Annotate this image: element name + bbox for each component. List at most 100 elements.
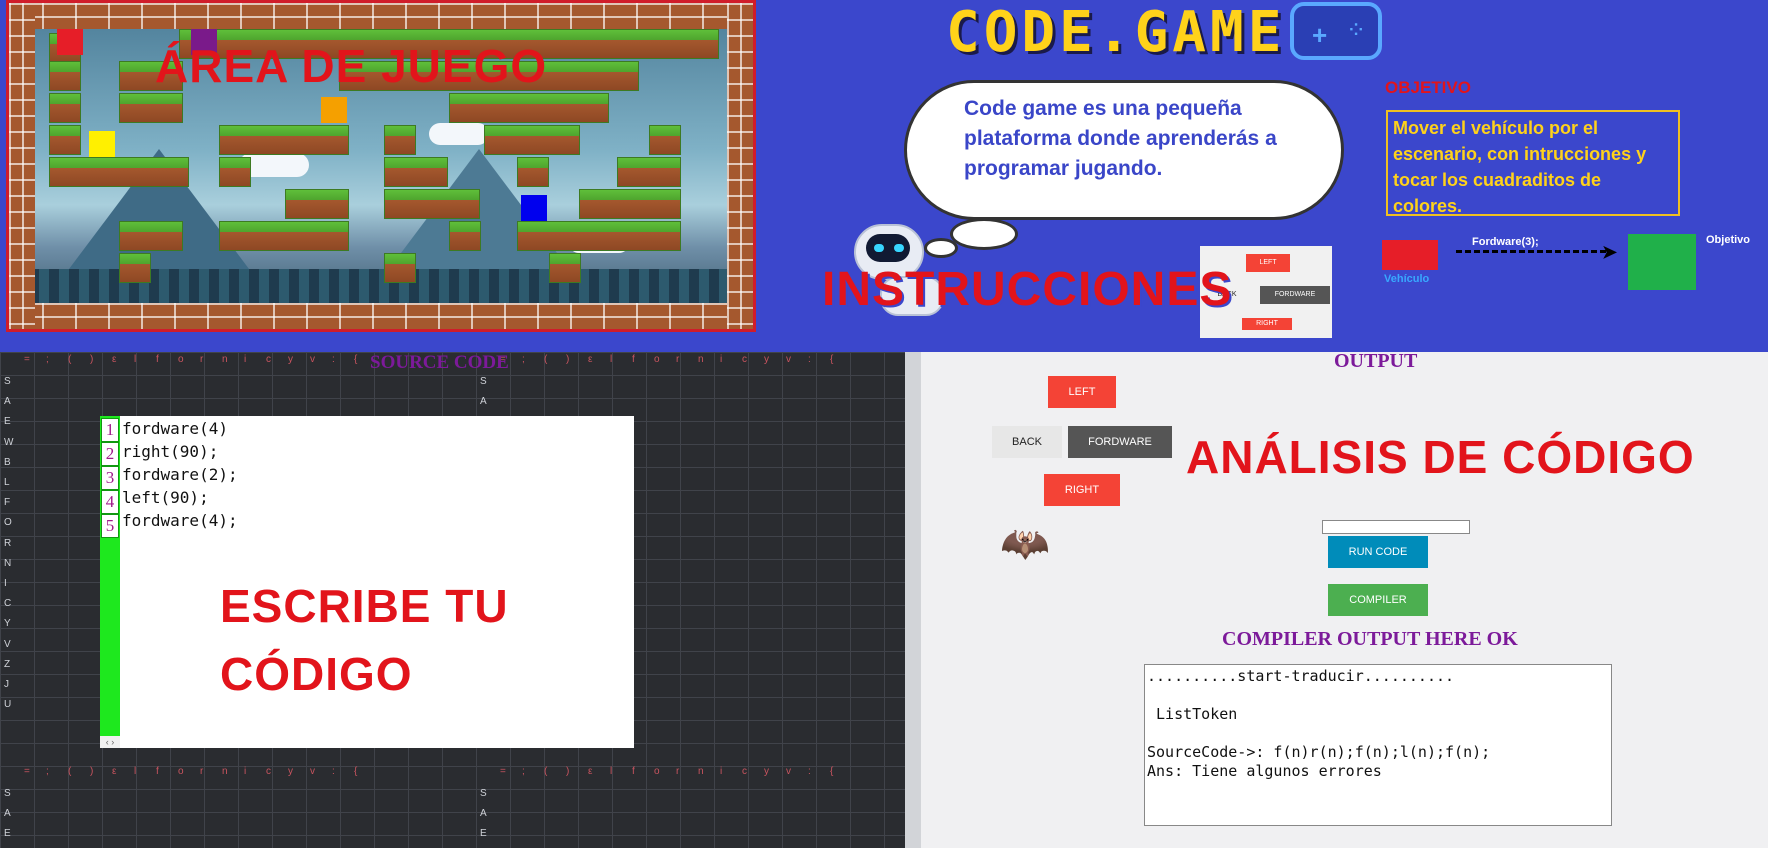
grid-header-symbol: l — [134, 354, 137, 365]
platform-block — [549, 253, 581, 283]
bubble-text: Code game es una pequeña plataforma dond… — [964, 97, 1277, 180]
brick-wall-bottom — [9, 303, 753, 329]
arrow-right-icon: ➤ — [1602, 242, 1618, 262]
top-banner: ÁREA DE JUEGO CODE.GAME + ⁘ Code game es … — [0, 0, 1768, 352]
grid-row-symbol: A — [480, 396, 487, 408]
grid-header-symbol: o — [178, 766, 184, 777]
grid-header-symbol: y — [764, 354, 769, 365]
grid-header-symbol: ; — [46, 766, 49, 777]
grid-header-symbol: : — [808, 766, 811, 777]
grid-header-symbol: y — [764, 766, 769, 777]
code-line[interactable]: left(90); — [122, 487, 209, 509]
brick-wall-left — [9, 3, 35, 329]
output-title: OUTPUT — [1334, 350, 1418, 372]
code-line[interactable]: fordware(2); — [122, 464, 238, 486]
platform-block — [49, 125, 81, 155]
platform-block — [484, 125, 580, 155]
app-logo: CODE.GAME — [946, 0, 1286, 65]
grid-header-symbol: ε — [112, 766, 117, 777]
platform-block — [119, 221, 183, 251]
platform-block — [219, 157, 251, 187]
grid-header-symbol: v — [786, 766, 791, 777]
platform-block — [285, 189, 349, 219]
grid-header-symbol: l — [610, 766, 613, 777]
target-square — [89, 131, 115, 157]
line-number: 3 — [101, 466, 119, 490]
grid-header-symbol: v — [786, 354, 791, 365]
grid-header-symbol: f — [156, 354, 159, 365]
compiler-button[interactable]: COMPILER — [1328, 584, 1428, 616]
grid-row-symbol: S — [480, 788, 487, 799]
platform-block — [384, 253, 416, 283]
grid-header-symbol: ( — [68, 766, 72, 777]
command-input[interactable] — [1322, 520, 1470, 534]
thought-bubble-dot — [950, 218, 1018, 250]
objective-text: Mover el vehículo por el escenario, con … — [1386, 110, 1680, 216]
platform-block — [517, 157, 549, 187]
grid-header-symbol: i — [720, 354, 723, 365]
grid-row-symbol: Z — [4, 658, 11, 670]
platform-block — [119, 93, 183, 123]
vehicle-swatch — [1382, 240, 1438, 270]
right-button[interactable]: RIGHT — [1044, 474, 1120, 506]
left-button[interactable]: LEFT — [1048, 376, 1116, 408]
arrow-line — [1456, 250, 1606, 259]
grid-row-symbol: A — [4, 808, 11, 820]
grid-row-symbol: S — [4, 788, 11, 799]
grid-header-symbol: o — [178, 354, 184, 365]
grid-header-symbol: ( — [544, 354, 548, 365]
line-number: 2 — [101, 442, 119, 466]
platform-block — [449, 221, 481, 251]
code-line[interactable]: fordware(4); — [122, 510, 238, 532]
cloud — [429, 123, 489, 145]
grid-header-symbol: l — [134, 766, 137, 777]
grid-header-symbol: i — [244, 354, 247, 365]
platform-block — [119, 253, 151, 283]
grid-header-symbol: c — [266, 766, 271, 777]
grid-row-symbol: C — [4, 598, 12, 610]
grid-header-symbol: { — [354, 354, 358, 365]
platform-block — [449, 93, 609, 123]
line-number: 4 — [101, 490, 119, 514]
code-line[interactable]: fordware(4) — [122, 418, 228, 440]
grid-row-symbol: L — [4, 477, 10, 488]
platform-block — [384, 157, 448, 187]
game-area-title: ÁREA DE JUEGO — [155, 40, 548, 92]
grid-header-symbol: ) — [566, 766, 570, 777]
grid-row-symbol: U — [4, 699, 12, 711]
source-code-title: SOURCE CODE — [370, 352, 509, 373]
code-line[interactable]: right(90); — [122, 441, 218, 463]
run-code-button[interactable]: RUN CODE — [1328, 536, 1428, 568]
grid-header-symbol: ; — [522, 354, 525, 365]
target-square — [321, 97, 347, 123]
platform-block — [617, 157, 681, 187]
grid-row-symbol: J — [4, 679, 9, 690]
brick-wall-top — [9, 3, 753, 29]
compiler-output-textarea[interactable]: ..........start-traducir.......... ListT… — [1144, 664, 1612, 826]
grid-row-symbol: B — [4, 456, 11, 468]
grid-row-symbol: E — [4, 416, 11, 428]
grid-header-symbol: o — [654, 766, 660, 777]
grid-header-symbol: v — [310, 354, 315, 365]
grid-header-symbol: ) — [90, 354, 94, 365]
line-number: 5 — [101, 514, 119, 538]
game-area[interactable]: ÁREA DE JUEGO — [6, 0, 756, 332]
horizontal-scrollbar[interactable]: ‹ › — [100, 736, 120, 748]
gamepad-icon: + ⁘ — [1290, 2, 1382, 60]
grid-row-symbol: A — [4, 396, 11, 408]
grid-header-symbol: f — [632, 766, 635, 777]
back-button[interactable]: BACK — [992, 426, 1062, 458]
grid-header-symbol: : — [808, 354, 811, 365]
platform-block — [579, 189, 681, 219]
write-code-title-line: ESCRIBE TU — [220, 580, 509, 632]
grid-row-symbol: F — [4, 497, 11, 509]
platform-block — [219, 221, 349, 251]
panel-divider — [905, 352, 921, 848]
forward-button[interactable]: FORDWARE — [1068, 426, 1172, 458]
grid-header-symbol: o — [654, 354, 660, 365]
grid-header-symbol: ) — [566, 354, 570, 365]
mini-right-button: RIGHT — [1242, 318, 1292, 330]
platform-block — [517, 221, 681, 251]
grid-header-symbol: ) — [90, 766, 94, 777]
grid-row-symbol: E — [4, 828, 11, 840]
